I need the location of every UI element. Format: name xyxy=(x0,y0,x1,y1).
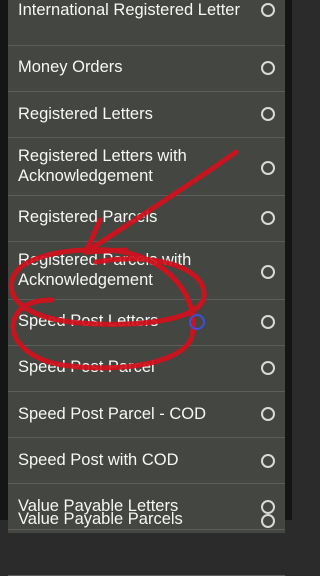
radio-button[interactable] xyxy=(261,265,275,279)
postal-service-options-list: International Registered Letter Money Or… xyxy=(8,0,285,576)
option-label-line-1: Registered Parcels with xyxy=(18,251,192,269)
radio-button[interactable] xyxy=(261,107,275,121)
radio-button[interactable] xyxy=(261,514,275,528)
radio-button[interactable] xyxy=(261,407,275,421)
option-value-payable-parcels[interactable]: Value Payable Parcels xyxy=(8,510,285,576)
option-speed-post-parcel-cod[interactable]: Speed Post Parcel - COD xyxy=(8,392,285,438)
background-left-edge xyxy=(0,0,8,520)
radio-button[interactable] xyxy=(261,361,275,375)
radio-button[interactable] xyxy=(261,315,275,329)
radio-button[interactable] xyxy=(261,3,275,17)
option-money-orders[interactable]: Money Orders xyxy=(8,46,285,92)
radio-button[interactable] xyxy=(261,61,275,75)
option-label: Speed Post Parcel xyxy=(18,358,155,376)
radio-button[interactable] xyxy=(261,161,275,175)
option-registered-parcels-with-acknowledgement[interactable]: Registered Parcels with Acknowledgement xyxy=(8,242,285,300)
option-registered-letters-with-acknowledgement[interactable]: Registered Letters with Acknowledgement xyxy=(8,138,285,196)
option-label-line-2: Acknowledgement xyxy=(18,167,153,185)
option-label: International Registered Letter xyxy=(18,1,240,19)
option-registered-letters[interactable]: Registered Letters xyxy=(8,92,285,138)
option-label: Speed Post with COD xyxy=(18,451,179,469)
option-label-line-1: Registered Letters with xyxy=(18,147,187,165)
option-international-registered-letter[interactable]: International Registered Letter xyxy=(8,0,285,46)
radio-button[interactable] xyxy=(261,454,275,468)
option-label-line-2: Acknowledgement xyxy=(18,271,153,289)
option-label: Value Payable Parcels xyxy=(18,510,183,528)
background-right-edge xyxy=(285,0,292,520)
option-label: Registered Parcels xyxy=(18,208,158,226)
option-speed-post-parcel[interactable]: Speed Post Parcel xyxy=(8,346,285,392)
option-label: Speed Post Parcel - COD xyxy=(18,405,206,423)
radio-button[interactable] xyxy=(261,500,275,514)
radio-button[interactable] xyxy=(261,211,275,225)
option-registered-parcels[interactable]: Registered Parcels xyxy=(8,196,285,242)
option-speed-post-with-cod[interactable]: Speed Post with COD xyxy=(8,438,285,484)
option-label: Money Orders xyxy=(18,58,123,76)
option-label: Registered Letters xyxy=(18,105,153,123)
option-label: Speed Post Letters xyxy=(18,312,159,330)
option-speed-post-letters[interactable]: Speed Post Letters xyxy=(8,300,285,346)
